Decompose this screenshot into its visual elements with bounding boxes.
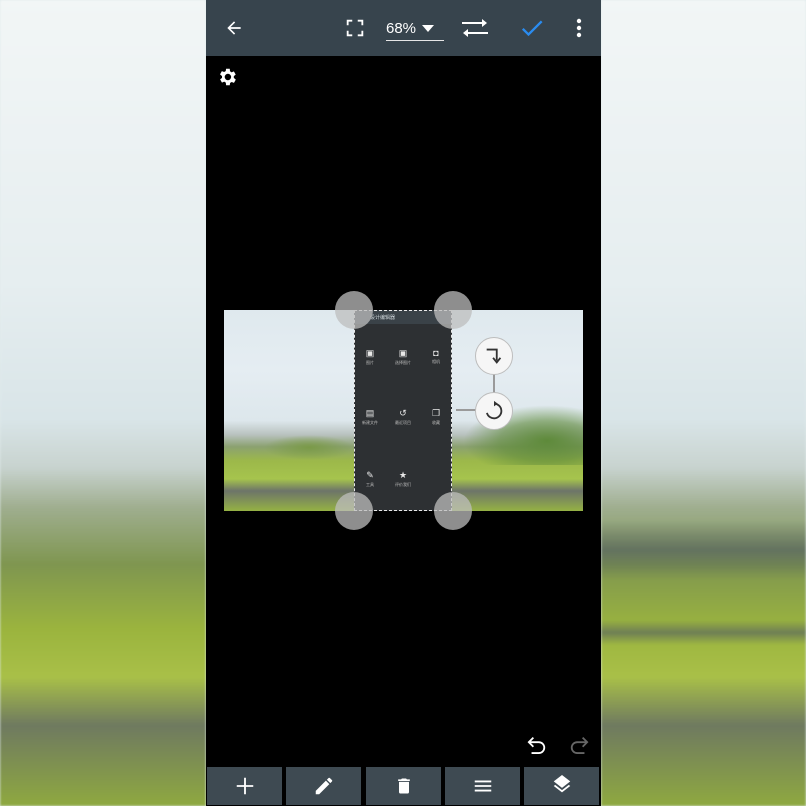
phone-screen: 68% 设计编辑器 ▣ 图片 ▣ 选择图片 ◘ 相机 ▤ 新建文件 ↺ 最近项目… <box>206 0 601 806</box>
edit-button[interactable] <box>286 767 361 805</box>
redo-button[interactable] <box>568 734 592 756</box>
swap-button[interactable] <box>459 12 491 44</box>
check-icon <box>521 20 543 37</box>
trash-icon <box>397 778 410 794</box>
chevron-down-icon <box>422 24 435 32</box>
settings-button[interactable] <box>216 66 240 90</box>
corner-down-arrow-icon <box>486 348 502 364</box>
plus-icon <box>236 777 253 795</box>
back-button[interactable] <box>218 12 250 44</box>
more-options-button[interactable] <box>563 12 595 44</box>
undo-icon <box>527 736 546 754</box>
resize-handle-top-right[interactable] <box>434 291 472 329</box>
rotate-connector <box>456 409 476 411</box>
gear-icon <box>220 68 236 86</box>
bottom-toolbar <box>206 766 601 806</box>
pencil-icon <box>315 777 332 795</box>
undo-button[interactable] <box>526 734 550 756</box>
rotate-icon <box>486 400 503 420</box>
layers-icon <box>553 775 570 793</box>
selection-outline <box>354 310 452 511</box>
confirm-button[interactable] <box>516 12 548 44</box>
layers-button[interactable] <box>524 767 599 805</box>
swap-arrows-icon <box>462 19 488 37</box>
transform-connector <box>493 373 495 393</box>
zoom-dropdown[interactable]: 68% <box>386 16 444 41</box>
redo-icon <box>570 736 589 754</box>
delete-button[interactable] <box>366 767 441 805</box>
resize-handle-bottom-left[interactable] <box>335 492 373 530</box>
menu-button[interactable] <box>445 767 520 805</box>
resize-handle-top-left[interactable] <box>335 291 373 329</box>
fit-screen-button[interactable] <box>339 12 371 44</box>
rotate-button[interactable] <box>475 392 513 430</box>
background-photo-right <box>601 0 806 806</box>
app-bar: 68% <box>206 0 601 56</box>
more-vertical-icon <box>576 18 582 38</box>
background-photo-left <box>0 0 206 806</box>
add-button[interactable] <box>207 767 282 805</box>
fullscreen-icon <box>346 19 364 37</box>
zoom-value: 68% <box>386 19 417 37</box>
skew-button[interactable] <box>475 337 513 375</box>
hamburger-icon <box>474 780 491 792</box>
arrow-left-icon <box>227 21 241 35</box>
resize-handle-bottom-right[interactable] <box>434 492 472 530</box>
